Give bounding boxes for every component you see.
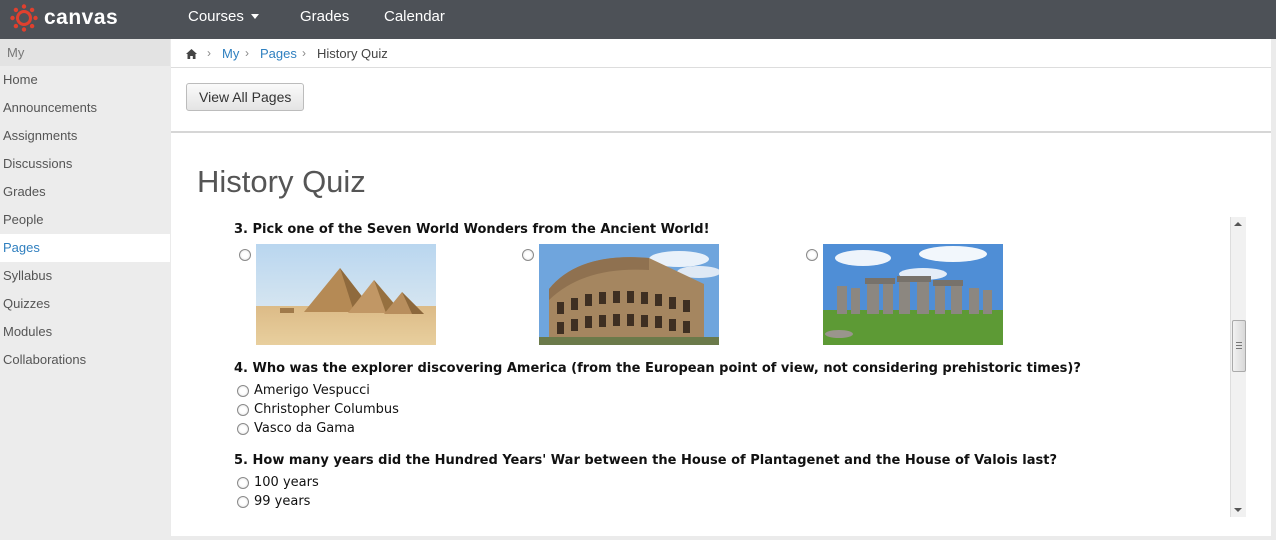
sidebar-item-grades[interactable]: Grades [0, 178, 170, 206]
q4-option-1[interactable]: Amerigo Vespucci [237, 383, 370, 398]
stonehenge-image [823, 244, 1003, 345]
sidebar-item-people[interactable]: People [0, 206, 170, 234]
course-sidebar: My Home Announcements Assignments Discus… [0, 39, 170, 540]
sidebar-title: My [0, 39, 170, 66]
nav-calendar[interactable]: Calendar [384, 0, 445, 39]
q4-option-3[interactable]: Vasco da Gama [237, 421, 355, 436]
grip-icon [1236, 342, 1242, 349]
breadcrumb-separator-icon: › [302, 46, 306, 60]
brand-name: canvas [44, 6, 119, 29]
breadcrumb: › My › Pages › History Quiz [171, 39, 1271, 68]
q4-option-2-label: Christopher Columbus [254, 402, 399, 417]
breadcrumb-pages[interactable]: Pages [260, 46, 297, 61]
nav-courses-label: Courses [188, 8, 244, 25]
q4-radio-1[interactable] [237, 384, 249, 397]
view-all-pages-button[interactable]: View All Pages [186, 83, 305, 111]
breadcrumb-separator-icon: › [207, 46, 211, 60]
quiz-scrollbar[interactable] [1230, 217, 1246, 517]
nav-courses[interactable]: Courses [188, 0, 259, 39]
sidebar-item-discussions[interactable]: Discussions [0, 150, 170, 178]
scroll-thumb[interactable] [1232, 320, 1246, 372]
question-4-text: 4. Who was the explorer discovering Amer… [234, 361, 1081, 376]
q3-radio-1[interactable] [239, 249, 251, 261]
main-content: › My › Pages › History Quiz View All Pag… [171, 39, 1271, 536]
q5-radio-2[interactable] [237, 495, 249, 508]
breadcrumb-my[interactable]: My [222, 46, 239, 61]
pyramids-image [256, 244, 436, 345]
q5-option-1-label: 100 years [254, 475, 319, 490]
q3-radio-3[interactable] [806, 249, 818, 261]
q4-option-1-label: Amerigo Vespucci [254, 383, 370, 398]
sidebar-item-home[interactable]: Home [0, 66, 170, 94]
breadcrumb-separator-icon: › [245, 46, 249, 60]
scroll-down-icon[interactable] [1234, 508, 1242, 512]
sidebar-item-quizzes[interactable]: Quizzes [0, 290, 170, 318]
sidebar-item-syllabus[interactable]: Syllabus [0, 262, 170, 290]
sidebar-item-modules[interactable]: Modules [0, 318, 170, 346]
nav-grades[interactable]: Grades [300, 0, 349, 39]
q3-radio-2[interactable] [522, 249, 534, 261]
home-icon[interactable] [186, 47, 197, 62]
q4-radio-2[interactable] [237, 403, 249, 416]
canvas-logo-icon [10, 4, 38, 32]
question-3-text: 3. Pick one of the Seven World Wonders f… [234, 222, 710, 237]
q5-option-2-label: 99 years [254, 494, 311, 509]
caret-down-icon [250, 13, 259, 19]
question-5-text: 5. How many years did the Hundred Years'… [234, 453, 1058, 468]
page-title: History Quiz [197, 164, 366, 199]
scroll-up-icon[interactable] [1234, 222, 1242, 226]
q4-radio-3[interactable] [237, 422, 249, 435]
page-toolbar: View All Pages [171, 68, 1271, 133]
q5-option-1[interactable]: 100 years [237, 475, 319, 490]
q5-option-2[interactable]: 99 years [237, 494, 310, 509]
q4-option-3-label: Vasco da Gama [254, 421, 355, 436]
q5-radio-1[interactable] [237, 476, 249, 489]
global-header: canvas Courses Grades Calendar [0, 0, 1276, 39]
sidebar-item-collaborations[interactable]: Collaborations [0, 346, 170, 374]
sidebar-item-assignments[interactable]: Assignments [0, 122, 170, 150]
sidebar-item-announcements[interactable]: Announcements [0, 94, 170, 122]
canvas-logo[interactable]: canvas [10, 3, 118, 33]
q4-option-2[interactable]: Christopher Columbus [237, 402, 399, 417]
quiz-frame: 3. Pick one of the Seven World Wonders f… [223, 217, 1243, 517]
breadcrumb-current: History Quiz [317, 46, 388, 61]
sidebar-item-pages[interactable]: Pages [0, 234, 170, 262]
colosseum-image [539, 244, 719, 345]
